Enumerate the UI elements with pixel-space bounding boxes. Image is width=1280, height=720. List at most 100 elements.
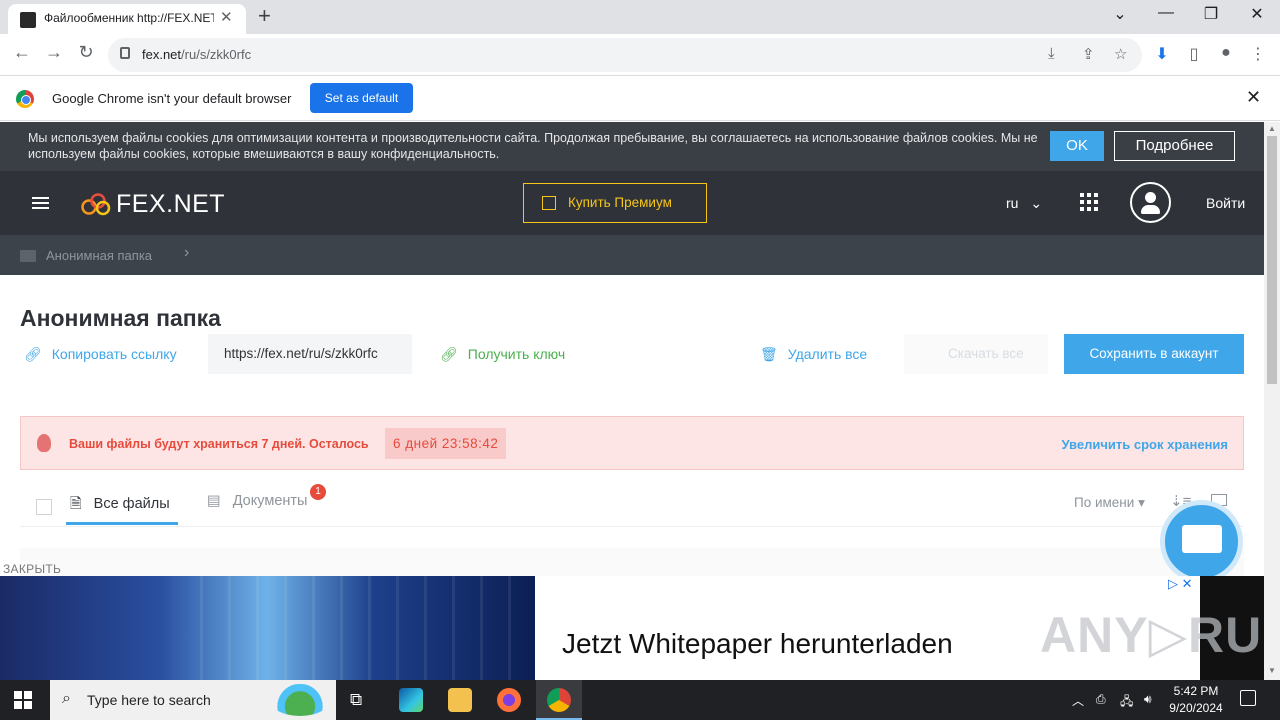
bookmark-star-icon[interactable]: ☆ <box>1114 45 1127 63</box>
hamburger-menu-icon[interactable] <box>32 197 49 209</box>
cookie-more-button[interactable]: Подробнее <box>1114 131 1235 161</box>
minimize-button[interactable]: — <box>1146 4 1186 22</box>
side-panel-icon[interactable]: ▯ <box>1183 44 1205 64</box>
infobar-close-icon[interactable]: ✕ <box>1246 87 1261 108</box>
search-icon: ⌕ <box>62 690 71 707</box>
login-link[interactable]: Войти <box>1206 195 1245 211</box>
set-default-button[interactable]: Set as default <box>310 83 413 113</box>
scroll-down-arrow-icon[interactable]: ▼ <box>1268 666 1276 675</box>
trash-icon: 🗑︎ <box>760 346 778 362</box>
page-scrollbar[interactable]: ▲ ▼ <box>1264 122 1280 680</box>
language-value: ru <box>1006 195 1019 211</box>
sort-select[interactable]: По имени ▾ <box>1074 495 1145 511</box>
install-icon[interactable]: ⤓ <box>1048 45 1055 62</box>
infobar-message: Google Chrome isn't your default browser <box>52 91 292 106</box>
anyrun-watermark: ANY▷RUN <box>1040 607 1264 663</box>
task-view-icon[interactable]: ⧉ <box>350 690 362 710</box>
url-host: fex.net <box>142 47 182 62</box>
logo-text: FEX.NET <box>116 190 226 218</box>
select-all-checkbox[interactable] <box>36 499 52 515</box>
close-window-button[interactable]: ✕ <box>1237 4 1277 24</box>
reload-button[interactable]: ↻ <box>74 42 98 63</box>
browser-toolbar: ← → ↻ fex.net/ru/s/zkk0rfc ⤓ ⇪ ☆ ⬇ ▯ ● ⋮ <box>0 34 1280 76</box>
system-clock[interactable]: 5:42 PM 9/20/2024 <box>1166 683 1226 717</box>
download-all-button[interactable]: Скачать все <box>904 334 1048 374</box>
feedback-mail-button[interactable] <box>1160 500 1243 583</box>
cookie-ok-button[interactable]: OK <box>1050 131 1104 161</box>
forward-button[interactable]: → <box>42 42 66 63</box>
fire-icon <box>37 434 51 452</box>
alert-message: Ваши файлы будут храниться 7 дней. Остал… <box>69 437 369 451</box>
tab-docs-label: Документы <box>232 493 308 509</box>
copy-link-label: Копировать ссылку <box>51 346 177 362</box>
notifications-icon[interactable] <box>1240 690 1256 706</box>
new-tab-button[interactable]: + <box>258 4 271 28</box>
url-path: /ru/s/zkk0rfc <box>181 47 252 62</box>
sort-value: По имени <box>1074 495 1135 510</box>
edge-icon[interactable] <box>399 688 423 712</box>
chevron-down-icon: ⌄ <box>1030 195 1043 211</box>
address-bar[interactable]: fex.net/ru/s/zkk0rfc ⤓ ⇪ ☆ <box>108 38 1142 72</box>
url-text[interactable]: fex.net/ru/s/zkk0rfc <box>142 47 251 62</box>
scrollbar-thumb[interactable] <box>1267 136 1277 384</box>
premium-label: Купить Премиум <box>568 195 672 210</box>
ad-choices-icon[interactable]: ▷ ✕ <box>1168 576 1193 592</box>
restore-button[interactable]: ❐ <box>1191 4 1231 24</box>
advertisement-banner[interactable]: Jetzt Whitepaper herunterladen ▷ ✕ ANY▷R… <box>0 576 1264 680</box>
cookie-text: Мы используем файлы cookies для оптимиза… <box>28 131 1038 161</box>
chrome-icon <box>547 688 571 712</box>
windows-start-icon[interactable] <box>14 691 32 709</box>
tab-all-files[interactable]: 🗎︎ Все файлы <box>70 493 170 518</box>
cloud-logo-icon <box>81 193 111 216</box>
save-to-account-button[interactable]: Сохранить в аккаунт <box>1064 334 1244 374</box>
chrome-taskbar-button[interactable] <box>536 680 582 720</box>
tab-documents[interactable]: ▤ Документы <box>207 493 307 509</box>
scroll-up-arrow-icon[interactable]: ▲ <box>1268 124 1276 133</box>
web-page: Мы используем файлы cookies для оптимиза… <box>0 122 1264 680</box>
clock-date: 9/20/2024 <box>1169 701 1223 715</box>
ad-headline[interactable]: Jetzt Whitepaper herunterladen <box>562 628 953 660</box>
firefox-icon[interactable] <box>497 688 521 712</box>
get-key-button[interactable]: 🔗︎ Получить ключ <box>440 346 565 363</box>
delete-all-button[interactable]: 🗑︎ Удалить все <box>760 346 867 363</box>
share-url-field[interactable]: https://fex.net/ru/s/zkk0rfc <box>208 334 412 374</box>
breadcrumb-folder[interactable]: Анонимная папка <box>46 248 152 263</box>
key-link-icon: 🔗︎ <box>440 346 458 362</box>
tray-chevron-icon[interactable]: ︿ <box>1072 692 1084 709</box>
extend-storage-link[interactable]: Увеличить срок хранения <box>1061 437 1228 452</box>
lock-icon[interactable] <box>120 47 130 59</box>
browser-tab[interactable]: Файлообменник http://FEX.NET ✕ <box>8 4 246 34</box>
page-title: Анонимная папка <box>20 305 221 331</box>
downloads-icon[interactable]: ⬇ <box>1151 44 1173 64</box>
ad-image <box>0 576 535 680</box>
folder-icon <box>20 250 36 262</box>
tab-search-icon[interactable]: ⌄ <box>1100 4 1140 24</box>
buy-premium-button[interactable]: Купить Премиум <box>523 183 707 223</box>
ad-image-lines <box>200 576 535 680</box>
tab-close-icon[interactable]: ✕ <box>220 8 233 26</box>
search-highlight-icon <box>270 684 330 716</box>
countdown-timer: 6 дней 23:58:42 <box>385 428 507 459</box>
tab-title: Файлообменник http://FEX.NET <box>44 11 214 25</box>
user-avatar-icon[interactable] <box>1130 182 1171 223</box>
site-favicon-icon <box>20 12 36 28</box>
share-icon[interactable]: ⇪ <box>1082 45 1095 63</box>
close-ad-button[interactable]: ЗАКРЫТЬ <box>3 562 61 576</box>
volume-icon[interactable]: 🔊︎ <box>1144 692 1152 707</box>
file-explorer-icon[interactable] <box>448 688 472 712</box>
copy-link-button[interactable]: 🔗︎ Копировать ссылку <box>24 346 177 363</box>
network-icon[interactable]: 🖧︎ <box>1120 692 1133 713</box>
caret-down-icon: ▾ <box>1138 495 1145 510</box>
get-key-label: Получить ключ <box>467 346 566 362</box>
network-device-icon[interactable]: ⎙ <box>1096 692 1106 707</box>
document-icon: ▤ <box>207 493 221 509</box>
apps-grid-icon[interactable] <box>1080 193 1098 211</box>
back-button[interactable]: ← <box>10 42 34 63</box>
storage-alert: Ваши файлы будут храниться 7 дней. Остал… <box>20 416 1244 470</box>
tab-strip: Файлообменник http://FEX.NET ✕ + ⌄ — ❐ ✕ <box>0 0 1280 34</box>
language-select[interactable]: ru ⌄ <box>1006 195 1042 212</box>
profile-icon[interactable]: ● <box>1215 44 1237 62</box>
taskbar-search[interactable]: ⌕ Type here to search <box>50 680 336 720</box>
menu-kebab-icon[interactable]: ⋮ <box>1247 44 1269 64</box>
site-header: FEX.NET Купить Премиум ru ⌄ Войти <box>0 171 1264 235</box>
